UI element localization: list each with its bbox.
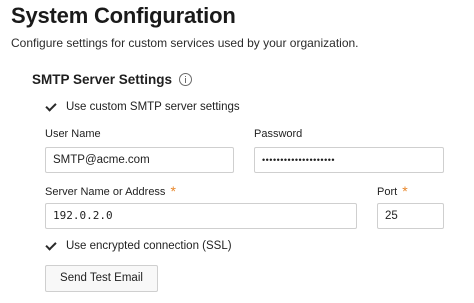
page-description: Configure settings for custom services u… [11,36,359,50]
server-required-marker: * [170,183,176,199]
server-name-input[interactable]: 192.0.2.0 [45,203,357,229]
info-circle-icon[interactable] [179,73,193,86]
port-label: Port * [377,182,408,199]
password-label: Password [254,128,303,140]
smtp-section-title: SMTP Server Settings [32,72,193,87]
server-name-label-text: Server Name or Address [45,186,166,198]
user-name-label: User Name [45,128,101,140]
use-custom-smtp-checkbox[interactable] [45,101,57,113]
port-required-marker: * [402,183,408,199]
page-title: System Configuration [11,3,236,28]
send-test-email-button[interactable]: Send Test Email [45,265,158,292]
server-name-label: Server Name or Address * [45,182,176,199]
password-input[interactable]: •••••••••••••••••••• [254,147,444,173]
user-name-input[interactable]: SMTP@acme.com [45,147,234,173]
use-custom-smtp-checkbox-row[interactable]: Use custom SMTP server settings [45,101,240,113]
ssl-checkbox[interactable] [45,240,57,252]
ssl-label: Use encrypted connection (SSL) [66,240,232,252]
system-configuration-page: System Configuration Configure settings … [0,0,474,303]
use-custom-smtp-label: Use custom SMTP server settings [66,101,240,113]
port-label-text: Port [377,186,398,198]
smtp-section-title-text: SMTP Server Settings [32,72,173,87]
ssl-checkbox-row[interactable]: Use encrypted connection (SSL) [45,240,232,252]
port-input[interactable]: 25 [377,203,444,229]
